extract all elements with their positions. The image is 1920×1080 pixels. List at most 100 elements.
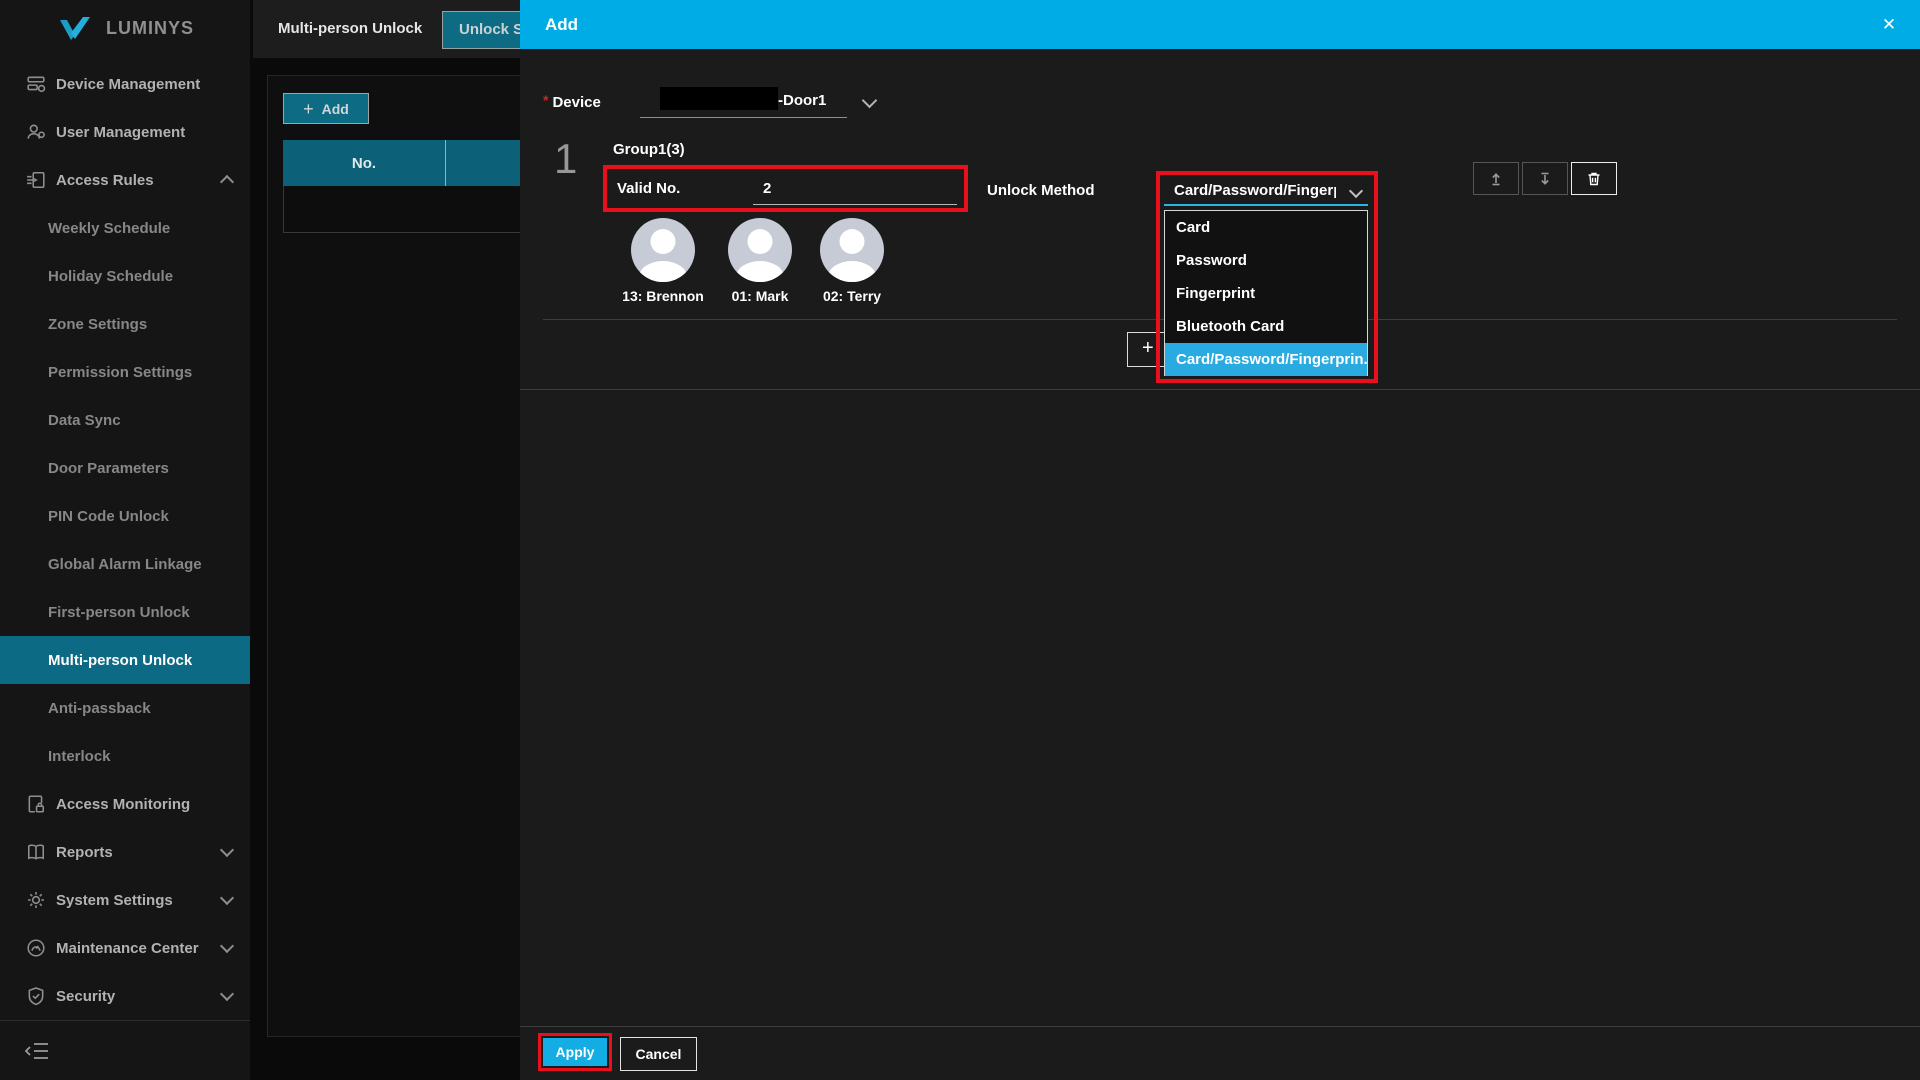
access-rules-icon — [26, 170, 46, 190]
sidebar-item-user-management[interactable]: User Management — [0, 108, 250, 156]
sidebar-item-label: Door Parameters — [48, 460, 169, 477]
unlock-method-label: Unlock Method — [987, 182, 1095, 199]
cancel-button[interactable]: Cancel — [620, 1037, 697, 1071]
group-member: 13: Brennon — [631, 218, 695, 304]
arrow-down-icon — [1537, 171, 1553, 187]
plus-icon: + — [1142, 337, 1154, 360]
sidebar-item-label: Global Alarm Linkage — [48, 556, 202, 573]
avatar[interactable] — [820, 218, 884, 282]
device-label: *Device — [543, 92, 601, 111]
shield-icon — [26, 986, 46, 1006]
section-divider — [520, 389, 1920, 390]
select-focus-underline — [1164, 204, 1368, 206]
move-down-button[interactable] — [1522, 162, 1568, 195]
sidebar-item-label: Holiday Schedule — [48, 268, 173, 285]
group-member: 02: Terry — [820, 218, 884, 304]
dialog-header: Add ✕ — [520, 0, 1920, 49]
sidebar-nav: Device Management User Management Access… — [0, 60, 250, 1020]
valid-no-input[interactable]: 2 — [753, 169, 957, 205]
menu-fold-icon — [24, 1041, 50, 1061]
gear-icon — [26, 890, 46, 910]
sidebar-collapse-button[interactable] — [24, 1038, 54, 1064]
group-member: 01: Mark — [728, 218, 792, 304]
sidebar-item-label: Device Management — [56, 76, 200, 93]
sidebar-item-label: Reports — [56, 844, 113, 861]
reports-icon — [26, 842, 46, 862]
device-management-icon — [26, 74, 46, 94]
sidebar-item-label: Access Monitoring — [56, 796, 190, 813]
device-name-redaction — [660, 87, 778, 110]
device-select-value: -Door1 — [778, 92, 826, 109]
add-dialog: Add ✕ *Device -Door1 1 Group1(3) Valid N… — [520, 0, 1920, 1080]
sidebar-item-security[interactable]: Security — [0, 972, 250, 1020]
chevron-down-icon — [220, 843, 234, 857]
apply-highlight-box: Apply — [538, 1033, 612, 1071]
chevron-down-icon — [220, 891, 234, 905]
user-management-icon — [26, 122, 46, 142]
arrow-up-icon — [1488, 171, 1504, 187]
sidebar-item-first-person-unlock[interactable]: First-person Unlock — [0, 588, 250, 636]
unlock-method-select[interactable]: Card/Password/Fingerpr... — [1174, 182, 1336, 199]
avatar[interactable] — [728, 218, 792, 282]
sidebar-item-reports[interactable]: Reports — [0, 828, 250, 876]
sidebar-item-door-parameters[interactable]: Door Parameters — [0, 444, 250, 492]
member-name: 13: Brennon — [622, 288, 704, 304]
sidebar-item-holiday-schedule[interactable]: Holiday Schedule — [0, 252, 250, 300]
sidebar-item-label: Access Rules — [56, 172, 154, 189]
move-up-button[interactable] — [1473, 162, 1519, 195]
sidebar-item-device-management[interactable]: Device Management — [0, 60, 250, 108]
trash-icon — [1586, 171, 1602, 187]
sidebar-item-zone-settings[interactable]: Zone Settings — [0, 300, 250, 348]
sidebar-item-global-alarm-linkage[interactable]: Global Alarm Linkage — [0, 540, 250, 588]
sidebar-item-label: First-person Unlock — [48, 604, 190, 621]
dropdown-option-password[interactable]: Password — [1165, 244, 1367, 277]
page-title: Multi-person Unlock — [278, 0, 422, 58]
sidebar-item-interlock[interactable]: Interlock — [0, 732, 250, 780]
chevron-down-icon — [862, 93, 878, 109]
chevron-up-icon — [220, 175, 234, 189]
sidebar-item-label: Weekly Schedule — [48, 220, 170, 237]
plus-icon: + — [303, 100, 314, 118]
unlock-method-highlight-box: Card/Password/Fingerpr... Card Password … — [1156, 171, 1378, 383]
delete-group-button[interactable] — [1571, 162, 1617, 195]
sidebar-item-label: User Management — [56, 124, 185, 141]
sidebar: LUMINYS Device Management User Managemen… — [0, 0, 250, 1080]
sidebar-item-label: System Settings — [56, 892, 173, 909]
required-asterisk: * — [543, 92, 548, 108]
sidebar-item-maintenance-center[interactable]: Maintenance Center — [0, 924, 250, 972]
dropdown-option-card-password-fingerprint[interactable]: Card/Password/Fingerprin... — [1165, 343, 1367, 376]
sidebar-item-label: Zone Settings — [48, 316, 147, 333]
avatar[interactable] — [631, 218, 695, 282]
sidebar-item-access-monitoring[interactable]: Access Monitoring — [0, 780, 250, 828]
dropdown-option-fingerprint[interactable]: Fingerprint — [1165, 277, 1367, 310]
dialog-title: Add — [545, 0, 578, 49]
brand-logo: LUMINYS — [0, 0, 250, 56]
group-index: 1 — [554, 138, 577, 180]
add-button-label: Add — [322, 101, 349, 117]
valid-no-value: 2 — [763, 180, 771, 197]
sidebar-item-multi-person-unlock[interactable]: Multi-person Unlock — [0, 636, 250, 684]
table-header-no: No. — [283, 140, 445, 186]
app-root: LUMINYS Device Management User Managemen… — [0, 0, 1920, 1080]
footer-divider — [520, 1026, 1920, 1027]
sidebar-item-label: Anti-passback — [48, 700, 151, 717]
sidebar-item-data-sync[interactable]: Data Sync — [0, 396, 250, 444]
group-name: Group1(3) — [613, 141, 685, 158]
access-monitoring-icon — [26, 794, 46, 814]
chevron-down-icon — [220, 939, 234, 953]
sidebar-item-anti-passback[interactable]: Anti-passback — [0, 684, 250, 732]
device-select[interactable]: -Door1 — [640, 86, 847, 118]
valid-no-label: Valid No. — [617, 180, 680, 197]
dropdown-option-card[interactable]: Card — [1165, 211, 1367, 244]
sidebar-item-weekly-schedule[interactable]: Weekly Schedule — [0, 204, 250, 252]
sidebar-item-permission-settings[interactable]: Permission Settings — [0, 348, 250, 396]
sidebar-item-pin-code-unlock[interactable]: PIN Code Unlock — [0, 492, 250, 540]
close-icon[interactable]: ✕ — [1874, 0, 1904, 49]
dropdown-option-bluetooth-card[interactable]: Bluetooth Card — [1165, 310, 1367, 343]
sidebar-item-system-settings[interactable]: System Settings — [0, 876, 250, 924]
sidebar-item-label: Maintenance Center — [56, 940, 199, 957]
apply-button[interactable]: Apply — [543, 1038, 607, 1066]
device-row: *Device -Door1 — [520, 86, 1920, 120]
add-button[interactable]: + Add — [283, 93, 369, 124]
sidebar-item-access-rules[interactable]: Access Rules — [0, 156, 250, 204]
